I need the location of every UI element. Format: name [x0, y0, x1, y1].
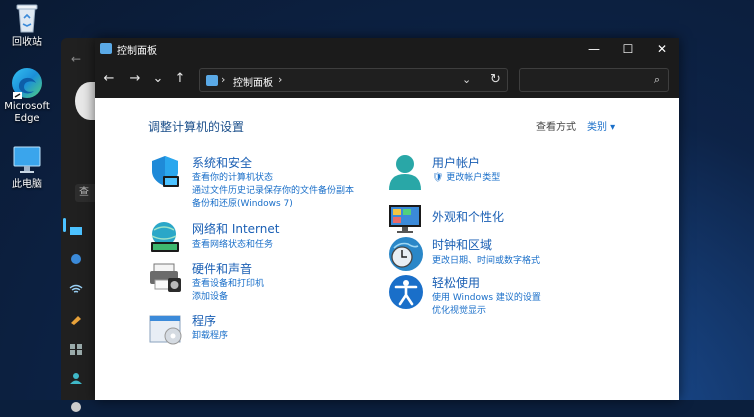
nav-selection-indicator	[63, 218, 66, 232]
desktop-icon-recycle-bin[interactable]: 回收站	[0, 2, 54, 49]
network-nav-icon[interactable]	[69, 280, 87, 293]
category-title[interactable]: 用户帐户	[432, 154, 480, 171]
programs-icon	[148, 312, 182, 346]
monitor-icon	[388, 202, 422, 236]
printer-icon	[148, 260, 182, 294]
category-title[interactable]: 系统和安全	[192, 154, 252, 171]
window-title: 控制面板	[117, 46, 157, 57]
search-input[interactable]: ⌕	[519, 68, 669, 92]
recent-locations-button[interactable]: ⌄	[150, 70, 166, 88]
computer-icon	[10, 144, 44, 176]
shield-icon	[148, 154, 182, 188]
category-link[interactable]: 添加设备	[192, 289, 228, 302]
category-link[interactable]: 🛡 更改帐户类型	[432, 170, 500, 183]
up-button[interactable]: ↑	[172, 70, 188, 88]
address-bar[interactable]: › 控制面板 › ⌄ ↻	[199, 68, 508, 92]
category-link[interactable]: 查看你的计算机状态	[192, 170, 273, 183]
maximize-button[interactable]: ☐	[611, 38, 645, 60]
back-arrow-icon[interactable]: ←	[71, 52, 81, 66]
accessibility-icon	[388, 274, 423, 309]
category-link[interactable]: 通过文件历史记录保存你的文件备份副本	[192, 183, 354, 196]
view-by-label: 查看方式	[536, 122, 576, 133]
refresh-button[interactable]: ↻	[490, 72, 501, 87]
desktop-icon-this-pc[interactable]: 此电脑	[0, 144, 54, 191]
breadcrumb-separator: ›	[221, 73, 226, 86]
category-link[interactable]: 查看网络状态和任务	[192, 237, 273, 250]
forward-button[interactable]: →	[127, 70, 143, 88]
edge-icon	[10, 66, 44, 99]
desktop-icon-label: 回收站	[12, 37, 42, 48]
bluetooth-nav-icon[interactable]	[69, 250, 87, 264]
category-title[interactable]: 程序	[192, 312, 216, 329]
title-bar[interactable]: 控制面板 — ☐ ✕	[95, 38, 679, 60]
minimize-button[interactable]: —	[577, 38, 611, 60]
category-link[interactable]: 使用 Windows 建议的设置	[432, 290, 541, 303]
network-icon	[148, 220, 182, 254]
desktop-icon-label: 此电脑	[12, 179, 42, 190]
system-nav-icon[interactable]	[69, 221, 87, 235]
clock-globe-icon	[388, 236, 423, 271]
category-link[interactable]: 备份和还原(Windows 7)	[192, 196, 293, 209]
category-title[interactable]: 时钟和区域	[432, 236, 492, 253]
personalization-nav-icon[interactable]	[69, 310, 87, 325]
category-link[interactable]: 更改日期、时间或数字格式	[432, 253, 540, 266]
category-link[interactable]: 查看设备和打印机	[192, 276, 264, 289]
category-title[interactable]: 硬件和声音	[192, 260, 252, 277]
control-panel-icon	[206, 75, 218, 86]
breadcrumb-control-panel[interactable]: 控制面板	[233, 74, 273, 89]
control-panel-icon	[100, 43, 112, 54]
close-button[interactable]: ✕	[645, 38, 679, 60]
breadcrumb-separator[interactable]: ›	[278, 73, 282, 86]
category-title[interactable]: 轻松使用	[432, 274, 480, 291]
category-link[interactable]: 卸载程序	[192, 328, 228, 341]
control-panel-window: 控制面板 — ☐ ✕ ← → ⌄ ↑ › 控制面板 › ⌄ ↻ ⌕ 调整计算机的…	[95, 38, 679, 400]
search-icon: ⌕	[653, 73, 660, 86]
category-title[interactable]: 网络和 Internet	[192, 220, 279, 237]
view-by-dropdown[interactable]: 类别 ▾	[587, 118, 615, 133]
address-dropdown-icon[interactable]: ⌄	[462, 73, 471, 86]
recycle-bin-icon	[10, 2, 44, 34]
category-title[interactable]: 外观和个性化	[432, 208, 504, 225]
page-title: 调整计算机的设置	[148, 120, 245, 134]
accounts-nav-icon[interactable]	[69, 369, 87, 384]
category-link[interactable]: 优化视觉显示	[432, 303, 486, 316]
back-button[interactable]: ←	[101, 70, 117, 88]
toolbar: ← → ⌄ ↑ › 控制面板 › ⌄ ↻ ⌕	[95, 60, 679, 98]
desktop-icon-label: Microsoft Edge	[4, 101, 50, 124]
main-content: 调整计算机的设置 查看方式 类别 ▾ 系统和安全 查看你的计算机状态 通过文件历…	[95, 98, 679, 400]
desktop-icon-edge[interactable]: Microsoft Edge	[0, 66, 54, 125]
user-icon	[388, 154, 422, 190]
apps-nav-icon[interactable]	[69, 340, 87, 355]
